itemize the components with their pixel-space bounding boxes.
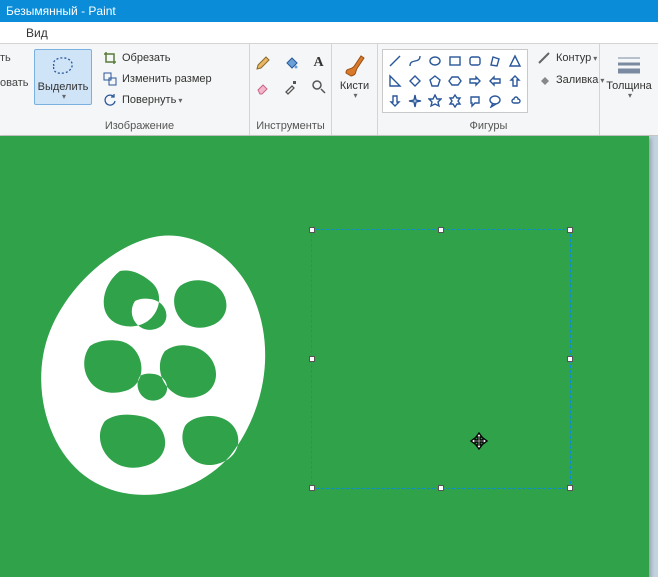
drawn-artwork <box>30 231 290 511</box>
group-label-tools: Инструменты <box>254 118 327 135</box>
group-label-image: Изображение <box>34 118 245 135</box>
fill-label: Заливка <box>556 74 598 86</box>
window-title: Безымянный - Paint <box>6 4 116 18</box>
fill-tool[interactable] <box>282 54 300 72</box>
thickness-button[interactable]: Толщина ▾ <box>604 49 654 103</box>
resize-button[interactable]: Изменить размер <box>98 70 216 88</box>
shape-triangle[interactable] <box>506 52 524 70</box>
rotate-label: Повернуть <box>122 94 176 106</box>
clipped-text-2: овать <box>0 77 30 89</box>
move-cursor-icon <box>469 431 489 451</box>
magnifier-tool[interactable] <box>310 78 328 96</box>
picker-tool[interactable] <box>282 78 300 96</box>
chevron-down-icon: ▾ <box>628 92 632 101</box>
crop-button[interactable]: Обрезать <box>98 49 216 67</box>
text-tool[interactable]: A <box>310 54 328 72</box>
group-shapes: Контур ▾ Заливка ▾ Фигуры <box>378 44 600 135</box>
outline-icon <box>536 50 552 66</box>
group-brushes: Кисти ▾ <box>332 44 378 135</box>
shape-callout-oval[interactable] <box>486 92 504 110</box>
menu-view[interactable]: Вид <box>18 24 56 42</box>
shape-arrow-right[interactable] <box>466 72 484 90</box>
shape-arrow-up[interactable] <box>506 72 524 90</box>
clipped-text-1: ть <box>0 52 30 64</box>
resize-handle-l[interactable] <box>309 356 315 362</box>
brushes-button[interactable]: Кисти ▾ <box>336 49 373 103</box>
selection-marquee[interactable] <box>311 229 571 489</box>
resize-handle-br[interactable] <box>567 485 573 491</box>
shape-pentagon[interactable] <box>426 72 444 90</box>
chevron-down-icon: ▾ <box>178 96 182 105</box>
clipboard-group-clipped: ть овать <box>0 44 30 135</box>
shape-right-triangle[interactable] <box>386 72 404 90</box>
resize-handle-tr[interactable] <box>567 227 573 233</box>
resize-handle-r[interactable] <box>567 356 573 362</box>
shape-fill-button[interactable]: Заливка ▾ <box>532 71 608 89</box>
rotate-button[interactable]: Повернуть ▾ <box>98 91 216 109</box>
thickness-icon <box>613 51 645 79</box>
resize-handle-t[interactable] <box>438 227 444 233</box>
crop-label: Обрезать <box>122 52 171 64</box>
select-button[interactable]: Выделить ▾ <box>34 49 92 105</box>
resize-handle-tl[interactable] <box>309 227 315 233</box>
shape-oval[interactable] <box>426 52 444 70</box>
brush-icon <box>339 51 371 79</box>
menu-bar: Вид <box>0 22 658 44</box>
shapes-gallery[interactable] <box>382 49 528 113</box>
shape-callout-cloud[interactable] <box>506 92 524 110</box>
shape-hexagon[interactable] <box>446 72 464 90</box>
fill-icon <box>536 72 552 88</box>
outline-label: Контур <box>556 52 591 64</box>
group-image: Выделить ▾ Обрезать Изменить размер <box>30 44 250 135</box>
shape-star5[interactable] <box>426 92 444 110</box>
ribbon: ть овать Выделить ▾ Обрезать <box>0 44 658 136</box>
group-tools: A Инструменты <box>250 44 332 135</box>
shape-roundrect[interactable] <box>466 52 484 70</box>
resize-icon <box>102 71 118 87</box>
shape-outline-button[interactable]: Контур ▾ <box>532 49 608 67</box>
pencil-tool[interactable] <box>254 54 272 72</box>
group-thickness: Толщина ▾ <box>600 44 658 135</box>
group-label-brushes-spacer <box>336 118 373 135</box>
canvas-workspace <box>0 136 658 577</box>
canvas[interactable] <box>0 136 649 577</box>
shape-star6[interactable] <box>446 92 464 110</box>
shape-curve[interactable] <box>406 52 424 70</box>
lasso-select-icon <box>47 52 79 80</box>
chevron-down-icon: ▾ <box>593 54 597 63</box>
resize-handle-b[interactable] <box>438 485 444 491</box>
chevron-down-icon: ▾ <box>62 93 66 102</box>
shape-line[interactable] <box>386 52 404 70</box>
group-label-shapes: Фигуры <box>382 118 595 135</box>
resize-label: Изменить размер <box>122 73 212 85</box>
shape-rect[interactable] <box>446 52 464 70</box>
crop-icon <box>102 50 118 66</box>
window-titlebar: Безымянный - Paint <box>0 0 658 22</box>
resize-handle-bl[interactable] <box>309 485 315 491</box>
chevron-down-icon: ▾ <box>353 92 357 101</box>
shape-arrow-down[interactable] <box>386 92 404 110</box>
group-label-thickness-spacer <box>604 118 654 135</box>
shape-polygon[interactable] <box>486 52 504 70</box>
shape-diamond[interactable] <box>406 72 424 90</box>
shape-star4[interactable] <box>406 92 424 110</box>
eraser-tool[interactable] <box>254 78 272 96</box>
rotate-icon <box>102 92 118 108</box>
shape-callout-round[interactable] <box>466 92 484 110</box>
shape-arrow-left[interactable] <box>486 72 504 90</box>
